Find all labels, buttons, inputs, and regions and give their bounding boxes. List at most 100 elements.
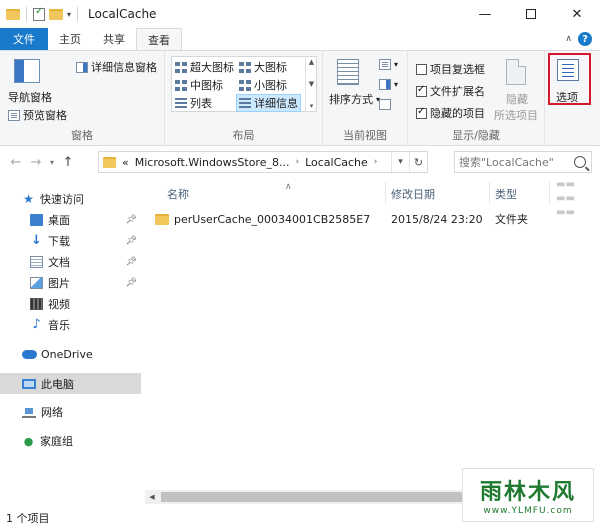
nav-item-this-pc[interactable]: 此电脑 xyxy=(0,373,141,394)
nav-item-pictures[interactable]: 图片 📌︎ xyxy=(0,272,141,293)
minimize-button[interactable]: — xyxy=(462,0,508,28)
address-dropdown-icon[interactable]: ▾ xyxy=(391,152,409,172)
details-pane-label: 详细信息窗格 xyxy=(91,61,157,74)
nav-item-quick-access[interactable]: ★ 快速访问 xyxy=(0,188,141,209)
nav-item-documents[interactable]: 文档 📌︎ xyxy=(0,251,141,272)
panes-group-label: 窗格 xyxy=(71,129,93,142)
pin-icon[interactable]: 📌︎ xyxy=(126,278,137,288)
navigation-pane-icon xyxy=(14,59,40,83)
nav-item-desktop[interactable]: 桌面 📌︎ xyxy=(0,209,141,230)
refresh-icon[interactable]: ↻ xyxy=(409,152,427,172)
folder-icon xyxy=(103,156,116,168)
pin-icon[interactable]: 📌︎ xyxy=(126,257,137,267)
details-pane-button[interactable]: 详细信息窗格 xyxy=(76,59,157,75)
tab-home[interactable]: 主页 xyxy=(48,28,92,50)
breadcrumb-item[interactable]: LocalCache xyxy=(305,156,368,169)
column-header-date-modified[interactable]: 修改日期 xyxy=(385,184,485,204)
nav-item-label: OneDrive xyxy=(41,348,93,361)
pin-icon[interactable]: 📌︎ xyxy=(126,215,137,225)
sort-ascending-icon: ∧ xyxy=(285,182,292,192)
add-columns-button[interactable]: ▾ xyxy=(379,79,398,90)
file-extensions-checkbox[interactable] xyxy=(416,84,427,97)
table-row[interactable]: perUserCache_00034001CB2585E7 2015/8/24 … xyxy=(155,208,565,230)
nav-item-label: 家庭组 xyxy=(40,434,73,448)
breadcrumb-chevron-icon[interactable]: › xyxy=(295,157,299,167)
add-columns-icon xyxy=(379,79,391,90)
forward-arrow-icon[interactable]: → xyxy=(26,155,46,170)
search-box[interactable] xyxy=(454,151,592,173)
watermark-text: 雨林木风 xyxy=(479,480,576,505)
large-icons-option[interactable]: 大图标 xyxy=(239,59,287,75)
list-option[interactable]: 列表 xyxy=(175,95,212,111)
new-folder-icon[interactable] xyxy=(49,8,63,20)
nav-item-videos[interactable]: 视频 xyxy=(0,293,141,314)
navigation-pane-button[interactable] xyxy=(14,59,40,83)
maximize-button[interactable] xyxy=(508,0,554,28)
up-arrow-icon[interactable]: ↑ xyxy=(58,155,78,170)
search-input[interactable] xyxy=(455,155,573,169)
file-extensions-toggle[interactable]: 文件扩展名 xyxy=(416,83,485,99)
search-icon[interactable] xyxy=(574,156,586,168)
tab-share[interactable]: 共享 xyxy=(92,28,136,50)
sort-by-text: 排序方式 xyxy=(329,93,373,106)
breadcrumb-overflow[interactable]: « xyxy=(122,156,129,169)
column-header-type[interactable]: 类型 xyxy=(489,184,549,204)
nav-item-music[interactable]: ♪ 音乐 xyxy=(0,314,141,335)
breadcrumb-item[interactable]: Microsoft.WindowsStore_8... xyxy=(135,156,290,169)
extra-large-icons-option[interactable]: 超大图标 xyxy=(175,59,234,75)
picture-icon xyxy=(30,276,43,289)
window-title: LocalCache xyxy=(88,7,157,21)
folder-icon xyxy=(155,213,169,225)
column-header-label: 修改日期 xyxy=(391,188,435,201)
pin-icon[interactable]: 📌︎ xyxy=(126,236,137,246)
medium-icons-option[interactable]: 中图标 xyxy=(175,77,223,93)
tab-view[interactable]: 查看 xyxy=(136,28,182,50)
column-header-name[interactable]: 名称 ∧ xyxy=(161,182,386,204)
details-icon xyxy=(239,97,251,109)
properties-icon[interactable] xyxy=(33,6,45,21)
scroll-left-icon[interactable]: ◀ xyxy=(145,490,159,504)
sort-by-button[interactable] xyxy=(337,59,359,85)
group-by-button[interactable]: ▾ xyxy=(379,59,398,70)
file-list: 名称 ∧ 修改日期 类型 ▬▬ ▬▬ ▬▬ perUserCache_0003400… xyxy=(141,178,600,508)
document-icon xyxy=(30,255,43,268)
homegroup-icon: ● xyxy=(23,434,34,448)
recent-locations-dropdown-icon[interactable]: ▾ xyxy=(46,158,58,167)
column-divider[interactable] xyxy=(549,182,550,204)
help-icon[interactable]: ? xyxy=(578,32,592,46)
navigation-pane-label[interactable]: 导航窗格 xyxy=(8,89,52,105)
tab-file[interactable]: 文件 xyxy=(0,28,48,50)
minimize-ribbon-icon[interactable]: ∧ xyxy=(565,34,572,44)
scroll-up-icon[interactable]: ▲ xyxy=(309,58,314,66)
nav-item-network[interactable]: 网络 xyxy=(0,401,141,422)
expand-gallery-icon[interactable]: ▾ xyxy=(310,102,314,110)
size-columns-button[interactable] xyxy=(379,99,391,110)
layout-gallery-scroll[interactable]: ▲ ▼ ▾ xyxy=(305,56,317,112)
hidden-items-checkbox[interactable] xyxy=(416,106,427,119)
preview-pane-button[interactable]: 预览窗格 xyxy=(8,107,67,123)
sort-by-label[interactable]: 排序方式 ▾ xyxy=(329,91,380,107)
nav-item-label: 桌面 xyxy=(48,213,70,227)
hide-selected-items-button[interactable] xyxy=(506,59,526,85)
nav-item-downloads[interactable]: ↓ 下载 📌︎ xyxy=(0,230,141,251)
address-bar[interactable]: « Microsoft.WindowsStore_8... › LocalCac… xyxy=(98,151,428,173)
details-pane-icon xyxy=(76,61,88,73)
small-icons-option[interactable]: 小图标 xyxy=(239,77,287,93)
scroll-down-icon[interactable]: ▼ xyxy=(309,80,314,88)
details-option[interactable]: 详细信息 xyxy=(236,94,301,112)
breadcrumb-chevron-icon[interactable]: › xyxy=(374,157,378,167)
back-arrow-icon[interactable]: ← xyxy=(6,155,26,170)
hidden-items-toggle[interactable]: 隐藏的项目 xyxy=(416,105,485,121)
customize-toolbar-dropdown-icon[interactable]: ▾ xyxy=(67,10,71,19)
nav-item-label: 图片 xyxy=(48,276,70,290)
show-hide-group: 项目复选框 文件扩展名 隐藏的项目 隐藏 所选项目 显示/隐藏 xyxy=(408,51,545,146)
music-icon: ♪ xyxy=(32,316,41,332)
computer-icon xyxy=(22,378,36,389)
nav-item-onedrive[interactable]: OneDrive xyxy=(0,344,141,365)
nav-item-homegroup[interactable]: ● 家庭组 xyxy=(0,430,141,451)
group-by-icon xyxy=(379,59,391,70)
item-checkboxes-checkbox[interactable] xyxy=(416,63,427,75)
hide-label-line2: 所选项目 xyxy=(494,109,538,122)
item-checkboxes-toggle[interactable]: 项目复选框 xyxy=(416,61,485,77)
close-button[interactable]: ✕ xyxy=(554,0,600,28)
